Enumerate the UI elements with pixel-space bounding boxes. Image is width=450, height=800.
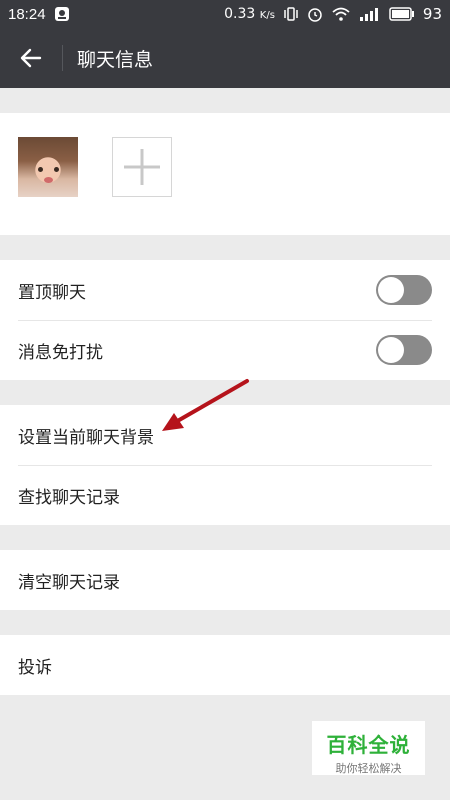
pin-chat-label: 置顶聊天 <box>18 282 86 303</box>
wifi-icon <box>331 6 351 22</box>
status-time: 18:24 <box>8 5 46 23</box>
arrow-left-icon <box>20 48 42 68</box>
add-member-button[interactable] <box>112 137 172 197</box>
member-avatar[interactable] <box>18 137 78 197</box>
plus-icon <box>124 149 160 185</box>
alarm-icon <box>307 6 323 22</box>
mute-notifications-row[interactable]: 消息免打扰 <box>0 320 450 380</box>
page-title: 聊天信息 <box>77 48 154 71</box>
toggle-knob <box>378 337 404 363</box>
clear-history-label: 清空聊天记录 <box>18 572 120 593</box>
app-bar-divider <box>62 45 63 71</box>
mute-notifications-label: 消息免打扰 <box>18 342 103 363</box>
annotation-arrow-icon <box>162 379 249 431</box>
signal-icon <box>359 6 381 22</box>
network-speed: 0.33 K/s <box>224 6 275 22</box>
search-history-row[interactable]: 查找聊天记录 <box>0 465 450 525</box>
avatar-eye-right <box>54 167 59 172</box>
battery-level: 93 <box>422 5 442 23</box>
search-history-label: 查找聊天记录 <box>18 487 120 508</box>
avatar-mouth <box>44 177 53 183</box>
members-section <box>0 113 450 235</box>
pin-chat-row[interactable]: 置顶聊天 <box>0 260 450 320</box>
baike-watermark-logo: 百科全说 助你轻松解决 <box>312 721 425 775</box>
battery-icon <box>389 7 415 21</box>
mute-notifications-toggle[interactable] <box>376 335 432 365</box>
clear-history-section: 清空聊天记录 <box>0 550 450 610</box>
clear-history-row[interactable]: 清空聊天记录 <box>0 550 450 610</box>
notification-settings-section: 置顶聊天 消息免打扰 <box>0 260 450 380</box>
pin-chat-toggle[interactable] <box>376 275 432 305</box>
watermark-subtitle: 助你轻松解决 <box>335 762 402 775</box>
notification-icon <box>54 6 70 22</box>
vibrate-icon <box>283 6 299 22</box>
toggle-knob <box>378 277 404 303</box>
report-label: 投诉 <box>18 657 52 678</box>
back-button[interactable] <box>0 28 62 88</box>
report-section: 投诉 <box>0 635 450 695</box>
status-bar: 18:24 0.33 K/s 93 <box>0 0 450 28</box>
app-bar: 聊天信息 <box>0 28 450 88</box>
avatar-eye-left <box>38 167 43 172</box>
set-background-label: 设置当前聊天背景 <box>18 427 154 448</box>
watermark-title: 百科全说 <box>326 733 411 757</box>
report-row[interactable]: 投诉 <box>0 635 450 695</box>
